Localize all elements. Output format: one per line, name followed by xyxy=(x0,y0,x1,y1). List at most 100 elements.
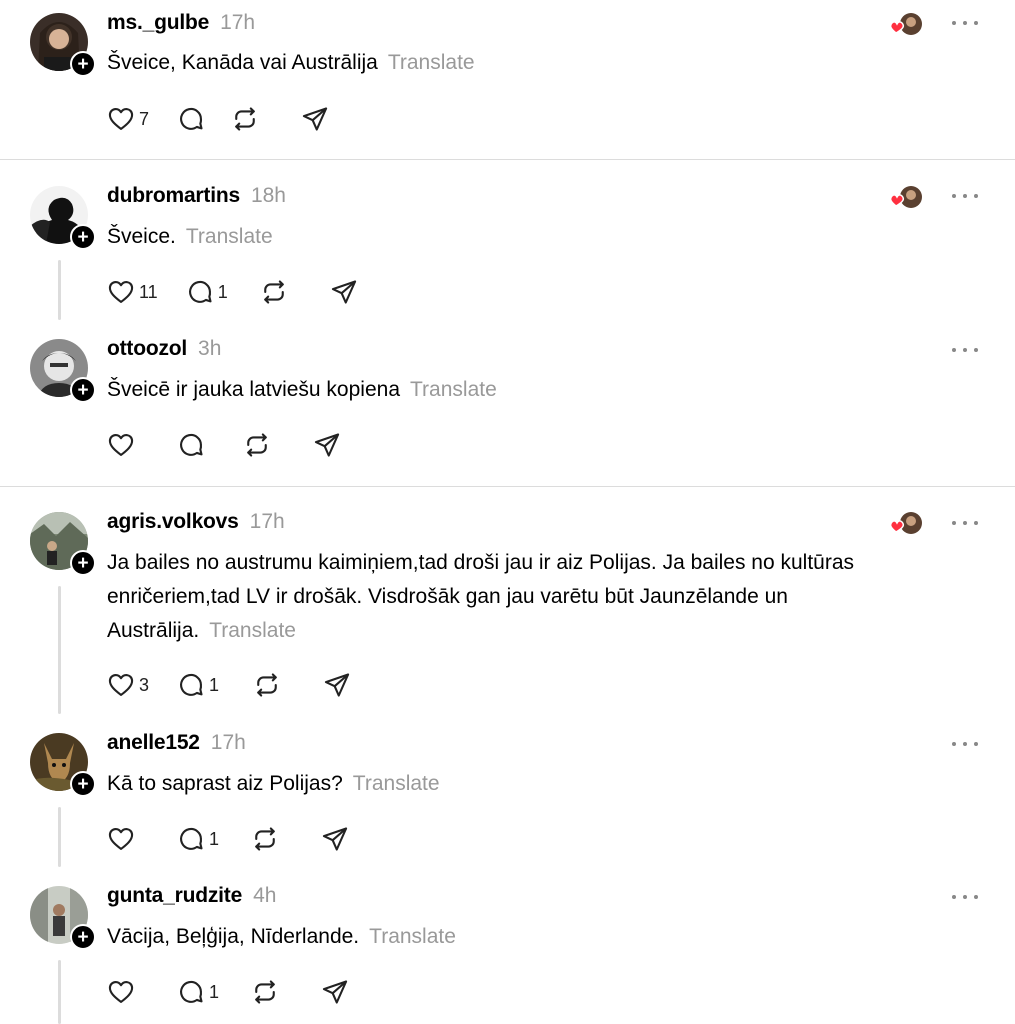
repost-icon xyxy=(263,280,284,304)
liked-by-author-icon xyxy=(888,184,926,212)
username[interactable]: anelle152 xyxy=(107,731,200,755)
more-options-button[interactable] xyxy=(952,17,978,29)
more-options-button[interactable] xyxy=(952,517,978,529)
username[interactable]: ms._gulbe xyxy=(107,11,209,35)
liked-by-author-icon xyxy=(888,11,926,39)
more-options-button[interactable] xyxy=(952,344,978,356)
avatar[interactable]: + xyxy=(30,339,96,403)
comment-icon xyxy=(180,673,203,696)
translate-link[interactable]: Translate xyxy=(410,378,497,401)
repost-icon xyxy=(255,827,275,851)
translate-link[interactable]: Translate xyxy=(353,772,440,795)
more-options-button[interactable] xyxy=(952,891,978,903)
reply-count: 1 xyxy=(209,828,220,849)
repost-icon xyxy=(255,980,275,1004)
action-bar: 1 xyxy=(107,824,349,854)
heart-icon xyxy=(108,434,134,456)
reply-button[interactable]: 1 xyxy=(177,671,219,699)
avatar[interactable]: + xyxy=(30,512,96,576)
like-button[interactable] xyxy=(107,978,135,1006)
post-header: dubromartins 18h xyxy=(107,184,286,212)
post-header: gunta_rudzite 4h xyxy=(107,884,276,912)
reply-button[interactable]: 1 xyxy=(177,978,219,1006)
thread-line xyxy=(58,807,61,867)
heart-icon xyxy=(108,981,134,1003)
follow-button[interactable]: + xyxy=(70,550,96,576)
username[interactable]: dubromartins xyxy=(107,184,240,208)
like-button[interactable]: 11 xyxy=(107,278,158,306)
follow-button[interactable]: + xyxy=(70,51,96,77)
comment-icon xyxy=(180,107,203,130)
reply-button[interactable]: 1 xyxy=(177,825,219,853)
action-bar: 1 xyxy=(107,977,349,1007)
send-icon xyxy=(324,673,350,697)
like-button[interactable] xyxy=(107,825,135,853)
like-button[interactable]: 7 xyxy=(107,105,149,133)
avatar[interactable]: + xyxy=(30,13,96,77)
translate-link[interactable]: Translate xyxy=(388,51,475,74)
more-options-button[interactable] xyxy=(952,190,978,202)
username[interactable]: gunta_rudzite xyxy=(107,884,242,908)
comment-icon xyxy=(188,280,212,303)
thread-line xyxy=(58,960,61,1024)
share-button[interactable] xyxy=(313,431,341,459)
post-content: Šveicē ir jauka latviešu kopiena xyxy=(107,378,400,401)
like-button[interactable] xyxy=(107,431,135,459)
like-button[interactable]: 3 xyxy=(107,671,149,699)
thread-line xyxy=(58,586,61,714)
translate-link[interactable]: Translate xyxy=(186,225,273,248)
heart-icon xyxy=(108,281,134,303)
repost-icon xyxy=(247,433,267,457)
thread-line xyxy=(58,260,61,320)
more-options-button[interactable] xyxy=(952,738,978,750)
reply-button[interactable]: 1 xyxy=(186,278,228,306)
repost-button[interactable] xyxy=(231,105,259,133)
divider xyxy=(0,486,1015,487)
share-button[interactable] xyxy=(323,671,351,699)
share-button[interactable] xyxy=(321,978,349,1006)
repost-button[interactable] xyxy=(260,278,288,306)
repost-button[interactable] xyxy=(251,825,279,853)
send-icon xyxy=(314,433,340,457)
avatar[interactable]: + xyxy=(30,886,96,950)
comment-icon xyxy=(180,827,203,850)
liked-by-author-icon xyxy=(888,510,926,538)
like-count: 11 xyxy=(139,281,158,302)
translate-link[interactable]: Translate xyxy=(369,925,456,948)
post-header: ms._gulbe 17h xyxy=(107,11,255,39)
follow-button[interactable]: + xyxy=(70,771,96,797)
timestamp[interactable]: 4h xyxy=(253,884,276,908)
action-bar: 7 xyxy=(107,104,329,134)
avatar[interactable]: + xyxy=(30,186,96,250)
username[interactable]: ottoozol xyxy=(107,337,187,361)
follow-button[interactable]: + xyxy=(70,924,96,950)
post-header: anelle152 17h xyxy=(107,731,246,759)
reply-button[interactable] xyxy=(177,431,205,459)
share-button[interactable] xyxy=(301,105,329,133)
post-text: Kā to saprast aiz Polijas? Translate xyxy=(107,767,967,801)
repost-button[interactable] xyxy=(251,978,279,1006)
timestamp[interactable]: 3h xyxy=(198,337,221,361)
share-button[interactable] xyxy=(321,825,349,853)
share-button[interactable] xyxy=(330,278,358,306)
post-text: Šveicē ir jauka latviešu kopiena Translat… xyxy=(107,373,967,407)
follow-button[interactable]: + xyxy=(70,377,96,403)
username[interactable]: agris.volkovs xyxy=(107,510,239,534)
translate-link[interactable]: Translate xyxy=(209,619,296,642)
like-count: 3 xyxy=(139,674,150,695)
repost-icon xyxy=(257,673,277,697)
avatar[interactable]: + xyxy=(30,733,96,797)
repost-button[interactable] xyxy=(253,671,281,699)
timestamp[interactable]: 17h xyxy=(220,11,255,35)
action-bar xyxy=(107,430,341,460)
action-bar: 3 1 xyxy=(107,670,351,700)
heart-icon xyxy=(108,828,134,850)
timestamp[interactable]: 17h xyxy=(211,731,246,755)
timestamp[interactable]: 18h xyxy=(251,184,286,208)
reply-button[interactable] xyxy=(177,105,205,133)
follow-button[interactable]: + xyxy=(70,224,96,250)
timestamp[interactable]: 17h xyxy=(250,510,285,534)
send-icon xyxy=(322,980,348,1004)
post-text: Vācija, Beļģija, Nīderlande. Translate xyxy=(107,920,967,954)
repost-button[interactable] xyxy=(243,431,271,459)
